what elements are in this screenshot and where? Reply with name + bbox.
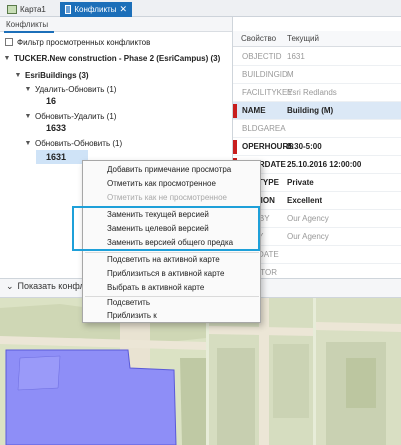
tab-conflicts[interactable]: Конфликты ✕ — [60, 2, 132, 17]
property-row[interactable]: OPERHOURS 8:30-5:00 — [233, 138, 401, 156]
map-icon — [7, 5, 17, 14]
map-right-drawing — [316, 298, 401, 445]
tab-map1-label: Карта1 — [20, 5, 46, 14]
show-conflicts-label: Показать конфли — [17, 281, 90, 291]
property-value: Building (M) — [287, 106, 334, 115]
document-tab-bar: Карта1 Конфликты ✕ — [0, 0, 401, 17]
tree-leaf-16[interactable]: 16 — [46, 96, 56, 106]
properties-header: Свойство Текущий — [233, 31, 401, 47]
tree-group-update-delete[interactable]: ▼ Обновить-Удалить (1) — [24, 110, 117, 122]
property-value: Our Agency — [287, 232, 329, 241]
tree-group-label: Обновить-Обновить (1) — [35, 138, 123, 148]
pane-title-underline — [4, 31, 54, 33]
menu-mark-not-reviewed[interactable]: Отметить как не просмотренное — [107, 193, 227, 202]
property-row[interactable]: OBJECTID 1631 — [233, 48, 401, 66]
tree-leaf-1631-selected[interactable]: 1631 — [36, 150, 88, 164]
pane-title[interactable]: Конфликты — [0, 17, 232, 32]
property-value: Private — [287, 178, 314, 187]
tab-map1[interactable]: Карта1 — [2, 2, 58, 17]
property-key: NAME — [242, 106, 266, 115]
filter-reviewed-checkbox[interactable] — [5, 38, 13, 46]
menu-highlight[interactable]: Подсветить — [107, 298, 150, 307]
tab-conflicts-label: Конфликты — [74, 5, 117, 14]
tree-layer[interactable]: ▼ EsriBuildings (3) — [14, 69, 89, 81]
property-key: FACILITYKEY — [242, 88, 293, 97]
tree-leaf-1633[interactable]: 1633 — [46, 123, 66, 133]
tree-root-label: TUCKER.New construction - Phase 2 (EsriC… — [14, 53, 221, 63]
column-current[interactable]: Текущий — [283, 31, 319, 46]
filter-reviewed-row[interactable]: Фильтр просмотренных конфликтов — [5, 36, 150, 48]
chevron-down-icon[interactable]: ▼ — [24, 86, 32, 93]
map-view-right[interactable] — [316, 298, 401, 445]
tree-group-label: Удалить-Обновить (1) — [35, 84, 117, 94]
chevron-down-icon[interactable]: ▼ — [3, 55, 11, 62]
menu-zoom-to[interactable]: Приблизить к — [107, 311, 157, 320]
tree-root[interactable]: ▼ TUCKER.New construction - Phase 2 (Esr… — [3, 52, 221, 64]
property-row[interactable]: NAME Building (M) — [233, 102, 401, 120]
menu-zoom-active-map[interactable]: Приблизиться в активной карте — [107, 269, 224, 278]
property-value: 1631 — [287, 52, 305, 61]
show-conflicts-toggle[interactable]: ⌄ Показать конфли — [6, 281, 90, 292]
property-value: Our Agency — [287, 214, 329, 223]
tree-layer-label: EsriBuildings (3) — [25, 70, 89, 80]
chevron-down-icon[interactable]: ▼ — [24, 140, 32, 147]
replace-options-highlight — [72, 206, 260, 251]
menu-add-review-note[interactable]: Добавить примечание просмотра — [107, 165, 231, 174]
chevron-down-icon[interactable]: ▼ — [14, 72, 22, 79]
menu-separator — [85, 296, 259, 297]
conflicts-icon — [65, 5, 72, 14]
property-value: Excellent — [287, 196, 323, 205]
property-row[interactable]: BUILDINGID M — [233, 66, 401, 84]
menu-mark-reviewed[interactable]: Отметить как просмотренное — [107, 179, 216, 188]
property-key: BUILDINGID — [242, 70, 288, 79]
property-value: 25.10.2016 12:00:00 — [287, 160, 362, 169]
menu-select-active-map[interactable]: Выбрать в активной карте — [107, 283, 204, 292]
menu-separator — [85, 252, 259, 253]
tree-group-delete-update[interactable]: ▼ Удалить-Обновить (1) — [24, 83, 117, 95]
property-key: OPERHOURS — [242, 142, 294, 151]
property-value — [283, 246, 287, 263]
column-property[interactable]: Свойство — [233, 31, 283, 46]
property-row[interactable]: BLDGAREA — [233, 120, 401, 138]
chevron-down-icon[interactable]: ▼ — [24, 113, 32, 120]
menu-highlight-active-map[interactable]: Подсветить на активной карте — [107, 255, 220, 264]
close-icon[interactable]: ✕ — [119, 4, 127, 15]
property-key: BLDGAREA — [242, 124, 286, 133]
tree-group-update-update[interactable]: ▼ Обновить-Обновить (1) — [24, 137, 123, 149]
chevron-down-icon[interactable]: ⌄ — [6, 281, 14, 292]
tree-group-label: Обновить-Удалить (1) — [35, 111, 117, 121]
property-key: OBJECTID — [242, 52, 282, 61]
filter-reviewed-label: Фильтр просмотренных конфликтов — [17, 37, 151, 47]
property-row[interactable]: FACILITYKEY Esri Redlands — [233, 84, 401, 102]
